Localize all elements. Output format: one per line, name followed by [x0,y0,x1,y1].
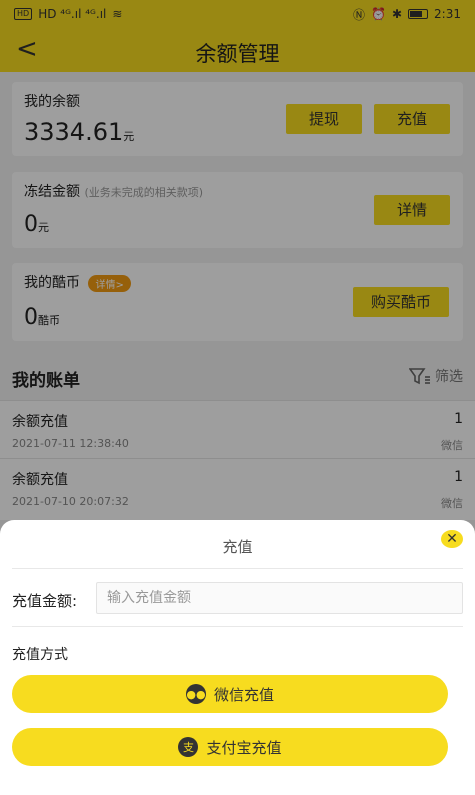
method-label: 充值方式 [12,647,68,663]
wechat-pay-label: 微信充值 [213,685,274,704]
amount-label: 充值金额: [12,592,78,610]
alipay-label: 支付宝充值 [206,738,282,757]
wechat-icon: ●● [185,684,206,704]
amount-input[interactable] [96,582,463,614]
divider [12,626,463,627]
recharge-sheet: 充值 ✕ 充值金额: 充值方式 ●● 微信充值 支 支付宝充值 [0,520,475,795]
divider [12,568,463,569]
close-icon[interactable]: ✕ [441,530,463,548]
alipay-icon: 支 [178,737,199,757]
sheet-title: 充值 [222,538,253,556]
wechat-pay-button[interactable]: ●● 微信充值 [12,675,448,713]
alipay-button[interactable]: 支 支付宝充值 [12,728,448,766]
